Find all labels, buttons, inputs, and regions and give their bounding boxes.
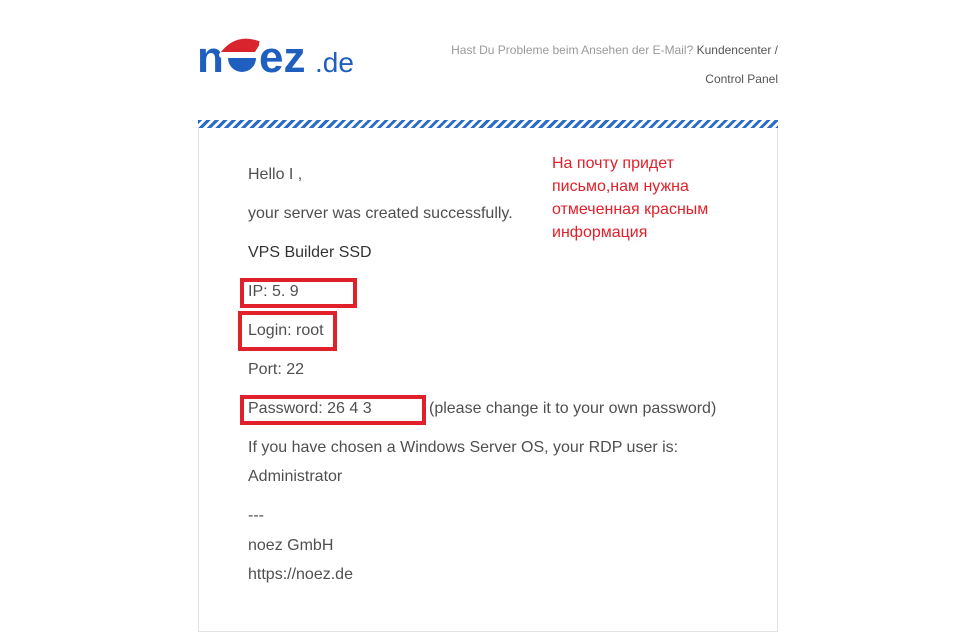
kundencenter-link[interactable]: Kundencenter /	[697, 43, 778, 57]
card-top-divider	[198, 120, 778, 128]
rdp-user: Administrator	[248, 468, 343, 485]
greeting: Hello I ,	[248, 166, 303, 183]
svg-text:ez: ez	[259, 33, 305, 82]
product-name: VPS Builder SSD	[248, 244, 372, 261]
password-note: (please change it to your own password)	[429, 400, 717, 417]
signature-separator: ---	[248, 507, 264, 524]
annotation-line-4: информация	[552, 224, 648, 241]
noez-logo[interactable]: n ez .de	[197, 28, 397, 84]
login-highlight-box	[238, 311, 337, 351]
rdp-text: If you have chosen a Windows Server OS, …	[248, 439, 679, 456]
svg-text:.de: .de	[315, 47, 354, 78]
port: Port: 22	[248, 361, 305, 378]
annotation-line-3: отмеченная красным	[552, 201, 709, 218]
intro-text: your server was created successfully.	[248, 205, 513, 222]
annotation-line-2: письмо,нам нужна	[552, 178, 689, 195]
annotation-line-1: На почту придет	[552, 155, 674, 172]
svg-text:n: n	[197, 33, 224, 82]
control-panel-link[interactable]: Control Panel	[705, 72, 778, 86]
password-highlight-box	[240, 395, 426, 425]
red-annotation-note: На почту придет письмо,нам нужна отмечен…	[552, 152, 762, 244]
problem-hint: Hast Du Probleme beim Ansehen der E-Mail…	[451, 43, 694, 57]
header-links: Hast Du Probleme beim Ansehen der E-Mail…	[420, 36, 778, 94]
company-website[interactable]: https://noez.de	[248, 566, 353, 584]
ip-highlight-box	[240, 278, 357, 308]
company-name: noez GmbH	[248, 537, 334, 554]
